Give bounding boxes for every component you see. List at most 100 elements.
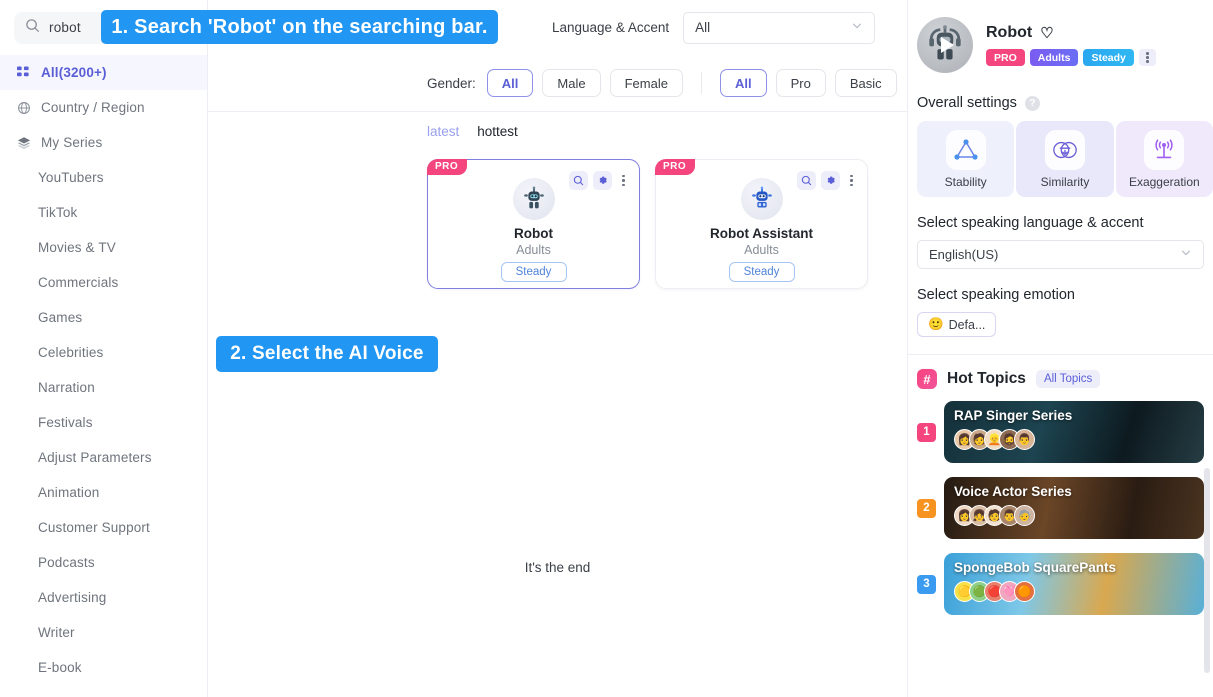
voice-card-tag: Steady [728,262,795,282]
sidebar-item-festivals[interactable]: Festivals [0,405,207,440]
voice-card-name: Robot Assistant [709,226,813,241]
globe-icon [16,100,31,115]
voice-card-robot[interactable]: PRO Robot Adults Steady [427,159,640,289]
sidebar-item-country-region[interactable]: Country / Region [0,90,207,125]
chevron-down-icon [1180,247,1192,262]
sidebar: robot All(3200+) Country / Region My Ser… [0,0,208,697]
all-topics-button[interactable]: All Topics [1035,370,1101,388]
sidebar-item-animation[interactable]: Animation [0,475,207,510]
voice-card-name: Robot [514,226,553,241]
setting-card-stability[interactable]: Stability [917,121,1015,197]
voice-card-robot-assistant[interactable]: PRO Robot Assistant Adults Steady [655,159,868,289]
sidebar-item-label: My Series [41,135,103,150]
topic-title: SpongeBob SquarePants [954,560,1117,575]
language-accent-label: Language & Accent [552,20,670,35]
plan-filter-pro[interactable]: Pro [775,69,826,97]
setting-card-similarity[interactable]: Similarity [1016,121,1114,197]
status-badge-pro: PRO [986,49,1025,66]
preview-search-icon[interactable] [569,171,588,190]
plan-filter-all[interactable]: All [719,69,767,97]
sidebar-item-adjust-parameters[interactable]: Adjust Parameters [0,440,207,475]
pro-badge: PRO [655,159,696,175]
sidebar-item-narration[interactable]: Narration [0,370,207,405]
speaking-language-value: English(US) [929,247,999,262]
topic-card-rap-singer-series[interactable]: RAP Singer Series 👩 🧑 👱 🧔 👨 [944,401,1204,463]
voice-library-app: robot All(3200+) Country / Region My Ser… [0,0,1213,697]
preview-search-icon[interactable] [797,171,816,190]
smiley-icon: 🙂 [928,317,944,331]
plan-filter-label: All [734,75,752,91]
topic-card-spongebob-squarepants[interactable]: SpongeBob SquarePants 🟡 🟢 🔴 🩷 🟠 [944,553,1204,615]
language-accent-select[interactable]: All [683,11,876,44]
filter-divider [700,72,702,94]
gear-icon[interactable] [821,171,840,190]
list-item[interactable]: 3 SpongeBob SquarePants 🟡 🟢 🔴 🩷 🟠 [908,553,1213,615]
sidebar-item-label: E-book [38,660,82,675]
sidebar-item-label: All(3200+) [41,65,107,80]
sidebar-item-celebrities[interactable]: Celebrities [0,335,207,370]
avatar: 🟠 [1014,581,1035,602]
rank-badge: 1 [917,422,936,442]
gear-icon[interactable] [593,171,612,190]
list-item[interactable]: 2 Voice Actor Series 👩 👧 🧑 👨 🧓 [908,477,1213,539]
list-item[interactable]: 1 RAP Singer Series 👩 🧑 👱 🧔 👨 [908,401,1213,463]
heart-icon[interactable]: ♡ [1040,24,1053,42]
sidebar-item-label: Movies & TV [38,240,116,255]
sidebar-item-youtubers[interactable]: YouTubers [0,160,207,195]
speaking-language-select[interactable]: English(US) [917,240,1204,269]
gender-plan-filter-row: Gender: All Male Female All Pro Basic [208,55,907,111]
sidebar-item-advertising[interactable]: Advertising [0,580,207,615]
topic-avatars: 🟡 🟢 🔴 🩷 🟠 [954,581,1035,602]
plan-filter-basic[interactable]: Basic [834,69,897,97]
sidebar-item-all[interactable]: All(3200+) [0,55,207,90]
language-section-label: Select speaking language & accent [917,215,1144,231]
sidebar-item-label: Celebrities [38,345,104,360]
callout-step-2: 2. Select the AI Voice [216,336,438,372]
sidebar-item-writer[interactable]: Writer [0,615,207,650]
topic-card-voice-actor-series[interactable]: Voice Actor Series 👩 👧 🧑 👨 🧓 [944,477,1204,539]
sidebar-item-label: Adjust Parameters [38,450,152,465]
overall-settings-title: Overall settings [917,95,1017,111]
plan-filter-label: Basic [849,75,882,91]
voice-detail-meta: Robot ♡ PRO Adults Steady [986,24,1156,66]
question-mark-icon[interactable]: ? [1024,95,1040,111]
sidebar-item-label: Festivals [38,415,93,430]
sidebar-item-e-book[interactable]: E-book [0,650,207,685]
gender-filter-all[interactable]: All [486,69,534,97]
end-of-list-note: It's the end [524,560,591,575]
sidebar-item-label: YouTubers [38,170,104,185]
sidebar-item-customer-support[interactable]: Customer Support [0,510,207,545]
panel-scrollbar[interactable] [1204,468,1210,673]
overall-settings-cards: Stability Similarity Exaggeration [908,121,1213,197]
avatar: 👨 [1014,429,1035,450]
more-options-icon[interactable] [1138,49,1156,66]
sidebar-item-podcasts[interactable]: Podcasts [0,545,207,580]
search-input-value: robot [49,20,81,35]
sidebar-item-games[interactable]: Games [0,300,207,335]
setting-card-exaggeration[interactable]: Exaggeration [1115,121,1213,197]
voice-card-audience: Adults [516,243,551,257]
setting-card-label: Exaggeration [1128,174,1200,189]
layers-icon [16,135,31,150]
sidebar-item-my-series[interactable]: My Series [0,125,207,160]
voice-cards-area: PRO Robot Adults Steady PRO Robot Assist… [208,145,907,697]
gender-filter-female[interactable]: Female [609,69,683,97]
emotion-chip-default[interactable]: 🙂 Defa... [917,312,997,337]
sidebar-item-tiktok[interactable]: TikTok [0,195,207,230]
sort-tab-latest[interactable]: latest [427,124,459,139]
voice-detail-panel: Robot ♡ PRO Adults Steady Overall settin… [908,0,1213,697]
sidebar-item-label: Commercials [38,275,119,290]
avatar[interactable] [917,17,973,73]
sidebar-item-label: Games [38,310,83,325]
gender-filter-male[interactable]: Male [542,69,601,97]
gender-filter-label: All [501,75,519,91]
more-options-icon[interactable] [845,174,858,187]
callout-step-1: 1. Search 'Robot' on the searching bar. [101,10,498,44]
sidebar-item-label: Podcasts [38,555,95,570]
more-options-icon[interactable] [617,174,630,187]
sidebar-item-commercials[interactable]: Commercials [0,265,207,300]
topic-avatars: 👩 👧 🧑 👨 🧓 [954,505,1035,526]
card-tools [797,171,858,190]
sidebar-item-movies-tv[interactable]: Movies & TV [0,230,207,265]
sort-tab-hottest[interactable]: hottest [477,124,518,139]
